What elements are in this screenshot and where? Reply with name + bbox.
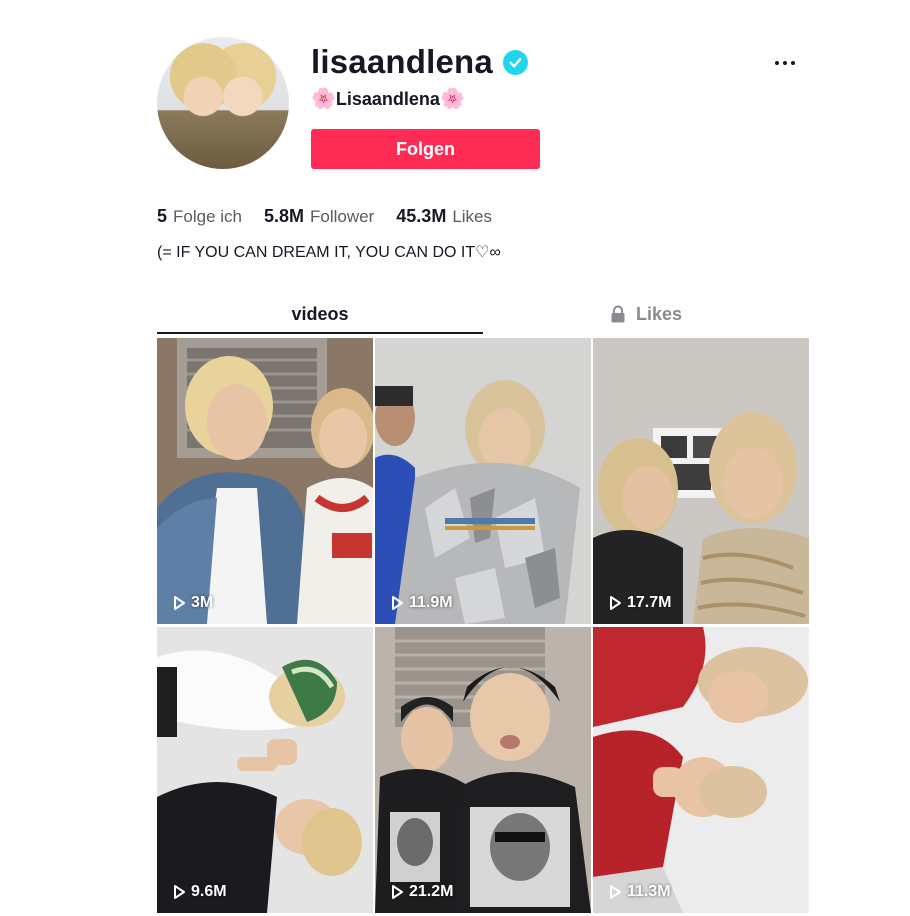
nickname-text: Lisaandlena: [335, 89, 440, 109]
play-icon: [610, 596, 621, 610]
flower-emoji-icon: 🌸: [439, 88, 465, 110]
lock-icon: [611, 305, 625, 323]
likes-count: 45.3M: [396, 206, 447, 226]
video-grid: 3M 11.9M 17.7M 9.6M 21.2M 11.3M: [157, 338, 809, 916]
verified-badge-icon: [503, 50, 528, 75]
more-dot: [783, 61, 787, 65]
more-dot: [791, 61, 795, 65]
followers-count: 5.8M: [264, 206, 305, 226]
tab-likes[interactable]: Likes: [483, 296, 809, 332]
following-label: Folge ich: [173, 207, 242, 226]
view-count: 9.6M: [171, 883, 227, 901]
video-thumbnail[interactable]: 17.7M: [593, 338, 809, 624]
flower-emoji-icon: 🌸: [311, 88, 336, 110]
view-count-label: 17.7M: [627, 594, 672, 611]
more-dot: [775, 61, 779, 65]
profile-username: lisaandlena: [311, 43, 493, 80]
tab-videos-label: videos: [291, 303, 349, 324]
followers-stat[interactable]: 5.8M Follower: [264, 204, 374, 229]
active-tab-indicator: [157, 332, 483, 334]
more-options-icon[interactable]: [770, 48, 800, 78]
view-count-label: 9.6M: [191, 883, 227, 900]
profile-avatar[interactable]: [157, 37, 289, 169]
profile-tabs: videos Likes: [157, 296, 809, 336]
view-count: 11.3M: [607, 883, 671, 901]
video-thumbnail[interactable]: 11.9M: [375, 338, 591, 624]
view-count: 3M: [171, 594, 213, 612]
view-count: 11.9M: [389, 594, 453, 612]
video-thumbnail[interactable]: 9.6M: [157, 627, 373, 913]
profile-page: lisaandlena 🌸 Lisaandlena 🌸 Folgen 5 Fol…: [0, 0, 910, 916]
followers-label: Follower: [310, 207, 375, 226]
play-icon: [610, 885, 621, 899]
video-thumbnail[interactable]: 3M: [157, 338, 373, 624]
video-thumbnail-image: [157, 338, 373, 624]
view-count: 21.2M: [389, 883, 453, 901]
following-count: 5: [157, 206, 168, 226]
video-thumbnail-image: [593, 627, 809, 913]
profile-bio: (= IF YOU CAN DREAM IT, YOU CAN DO IT♡∞: [157, 244, 501, 261]
view-count: 17.7M: [607, 594, 671, 612]
view-count-label: 21.2M: [409, 883, 454, 900]
play-icon: [174, 596, 185, 610]
likes-stat: 45.3M Likes: [396, 204, 492, 229]
tab-videos[interactable]: videos: [157, 296, 483, 332]
video-thumbnail-image: [157, 627, 373, 913]
view-count-label: 11.3M: [627, 883, 671, 900]
play-icon: [392, 885, 403, 899]
likes-label: Likes: [452, 207, 492, 226]
video-thumbnail-image: [375, 627, 591, 913]
video-thumbnail-image: [593, 338, 809, 624]
view-count-label: 3M: [191, 594, 214, 611]
video-thumbnail[interactable]: 21.2M: [375, 627, 591, 913]
follow-button[interactable]: Folgen: [311, 129, 540, 169]
following-stat[interactable]: 5 Folge ich: [157, 204, 242, 229]
play-icon: [174, 885, 185, 899]
video-thumbnail[interactable]: 11.3M: [593, 627, 809, 913]
profile-stats: 5 Folge ich 5.8M Follower 45.3M Likes: [157, 204, 514, 229]
tab-likes-label: Likes: [635, 303, 683, 324]
video-thumbnail-image: [375, 338, 591, 624]
view-count-label: 11.9M: [409, 594, 453, 611]
profile-nickname: 🌸 Lisaandlena 🌸: [311, 86, 465, 112]
play-icon: [392, 596, 403, 610]
